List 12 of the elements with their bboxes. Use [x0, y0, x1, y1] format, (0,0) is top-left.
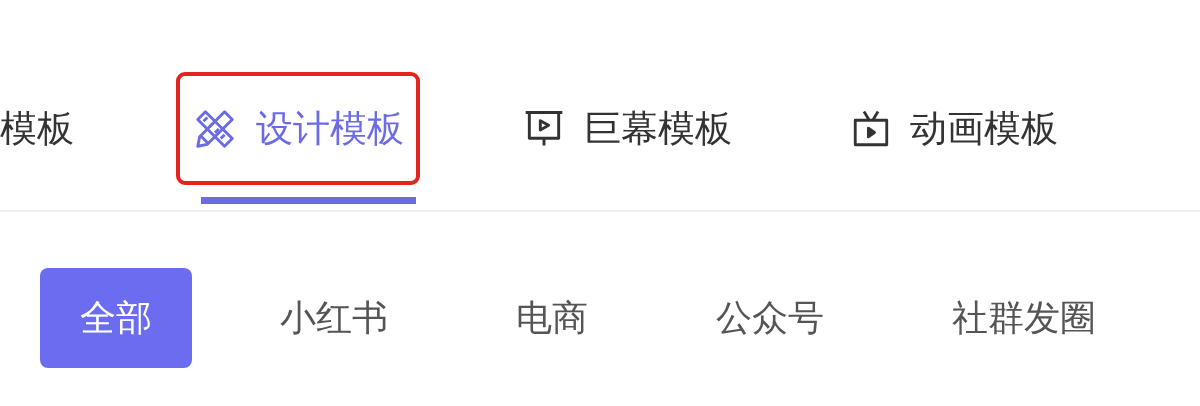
filter-chip[interactable]: 社群发圈 [912, 268, 1136, 368]
template-tab[interactable]: 动画模板 [834, 72, 1074, 185]
tab-label: 设计模板 [256, 105, 404, 152]
filter-chip[interactable]: 公众号 [676, 268, 864, 368]
tab-label: 模板 [0, 105, 74, 152]
filter-chip[interactable]: 全部 [40, 268, 192, 368]
filter-chip[interactable]: 电商 [476, 268, 628, 368]
template-tab[interactable]: 模板 [0, 72, 90, 185]
template-tab[interactable]: 巨幕模板 [506, 72, 748, 185]
tab-label: 巨幕模板 [584, 105, 732, 152]
tab-label: 动画模板 [910, 105, 1058, 152]
filter-chip[interactable]: 小红书 [240, 268, 428, 368]
